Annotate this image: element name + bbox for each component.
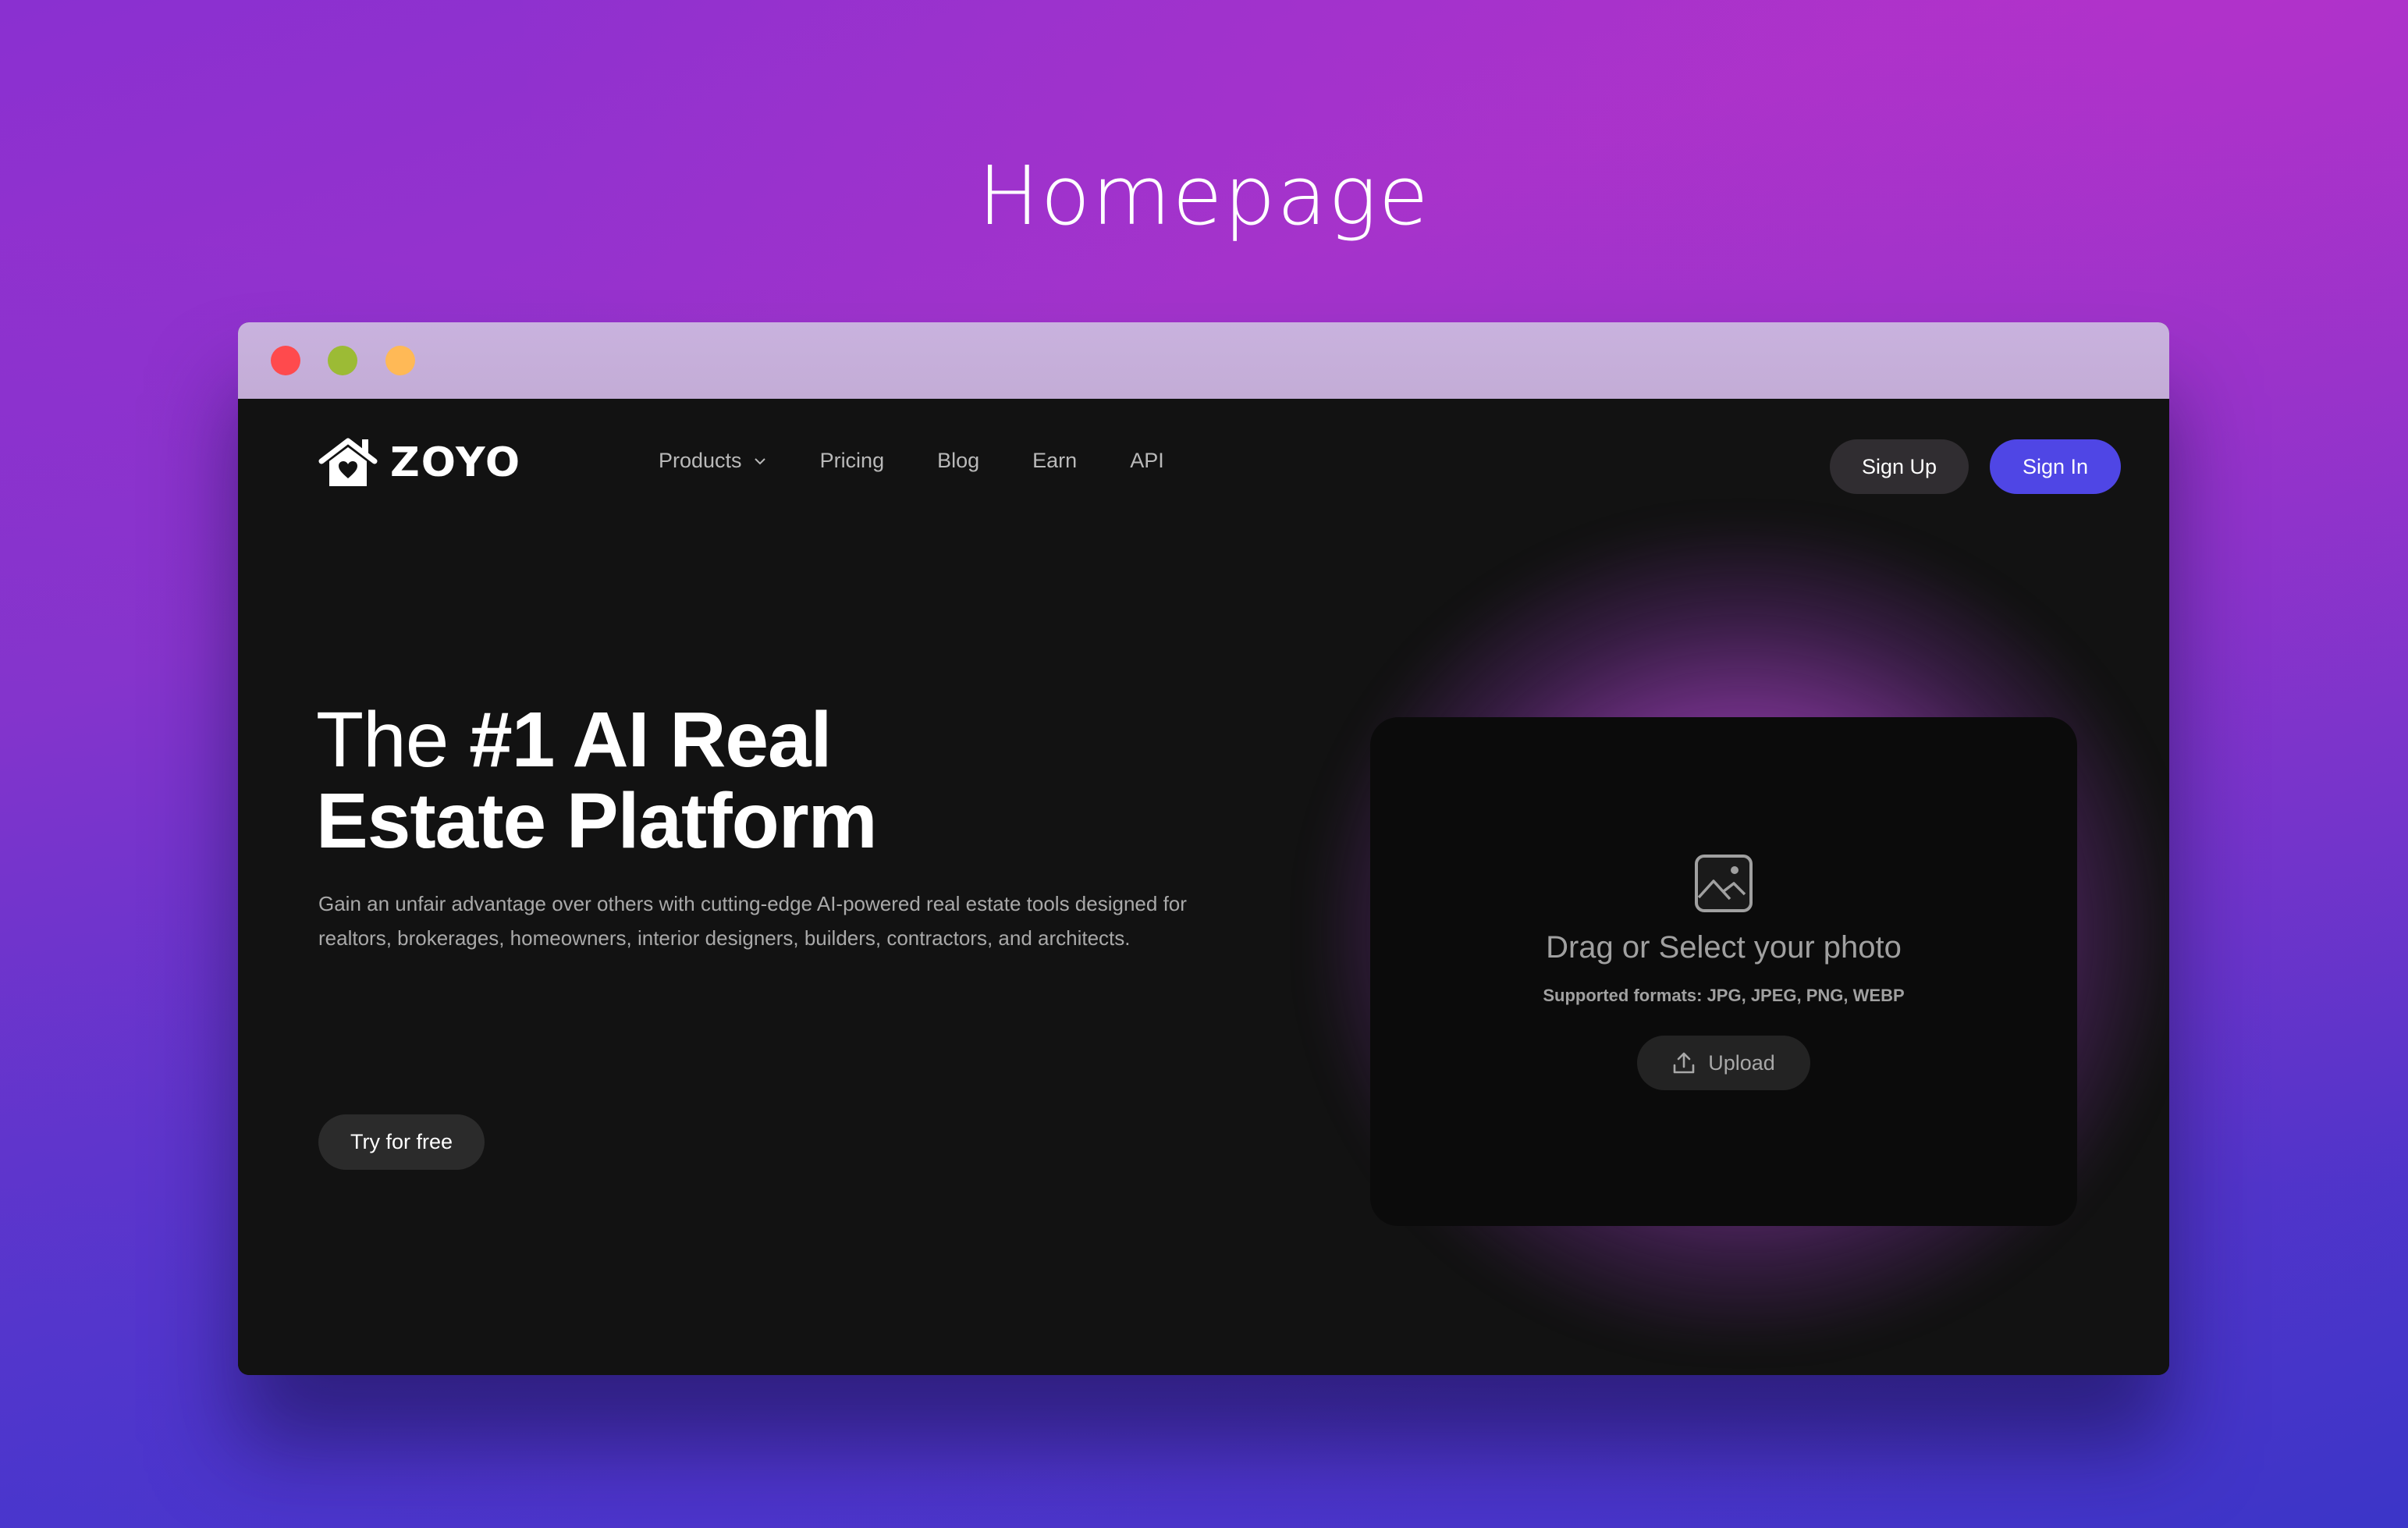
browser-window: ZOYO Products Pricing Blog Earn API Sign… [238,322,2169,1375]
brand-name: ZOYO [390,439,522,486]
page-content: ZOYO Products Pricing Blog Earn API Sign… [238,399,2169,1375]
nav-link-earn[interactable]: Earn [1032,449,1077,473]
sign-up-button[interactable]: Sign Up [1830,439,1969,494]
nav-link-blog[interactable]: Blog [937,449,979,473]
close-window-button[interactable] [271,346,300,375]
hero-title-bold-line1: #1 AI Real [469,696,832,784]
nav-link-products[interactable]: Products [659,449,767,473]
page-heading: Homepage [978,148,1430,243]
nav-link-api[interactable]: API [1130,449,1164,473]
supported-formats: Supported formats: JPG, JPEG, PNG, WEBP [1543,986,1905,1005]
photo-upload-dropzone[interactable]: Drag or Select your photo Supported form… [1370,717,2077,1226]
nav-link-label: Products [659,449,742,472]
chevron-down-icon [754,457,765,464]
top-navbar: ZOYO Products Pricing Blog Earn API Sign… [238,399,2169,531]
upload-button[interactable]: Upload [1637,1036,1810,1090]
hero-description: Gain an unfair advantage over others wit… [318,892,1187,950]
hero-title-light: The [316,696,470,784]
window-titlebar [238,322,2169,399]
hero-title: The #1 AI Real Estate Platform [316,696,878,865]
upload-title: Drag or Select your photo [1546,930,1902,965]
upload-button-label: Upload [1708,1050,1775,1075]
house-heart-icon [318,438,378,486]
hero-title-bold-line2: Estate Platform [316,777,878,865]
maximize-window-button[interactable] [385,346,415,375]
brand-logo[interactable]: ZOYO [318,438,521,488]
nav-link-pricing[interactable]: Pricing [820,449,885,473]
upload-icon [1673,1052,1695,1074]
try-for-free-button[interactable]: Try for free [318,1114,485,1170]
nav-links: Products Pricing Blog Earn API [659,449,1217,473]
image-icon [1695,855,1753,912]
sign-in-button[interactable]: Sign In [1990,439,2121,494]
minimize-window-button[interactable] [328,346,357,375]
